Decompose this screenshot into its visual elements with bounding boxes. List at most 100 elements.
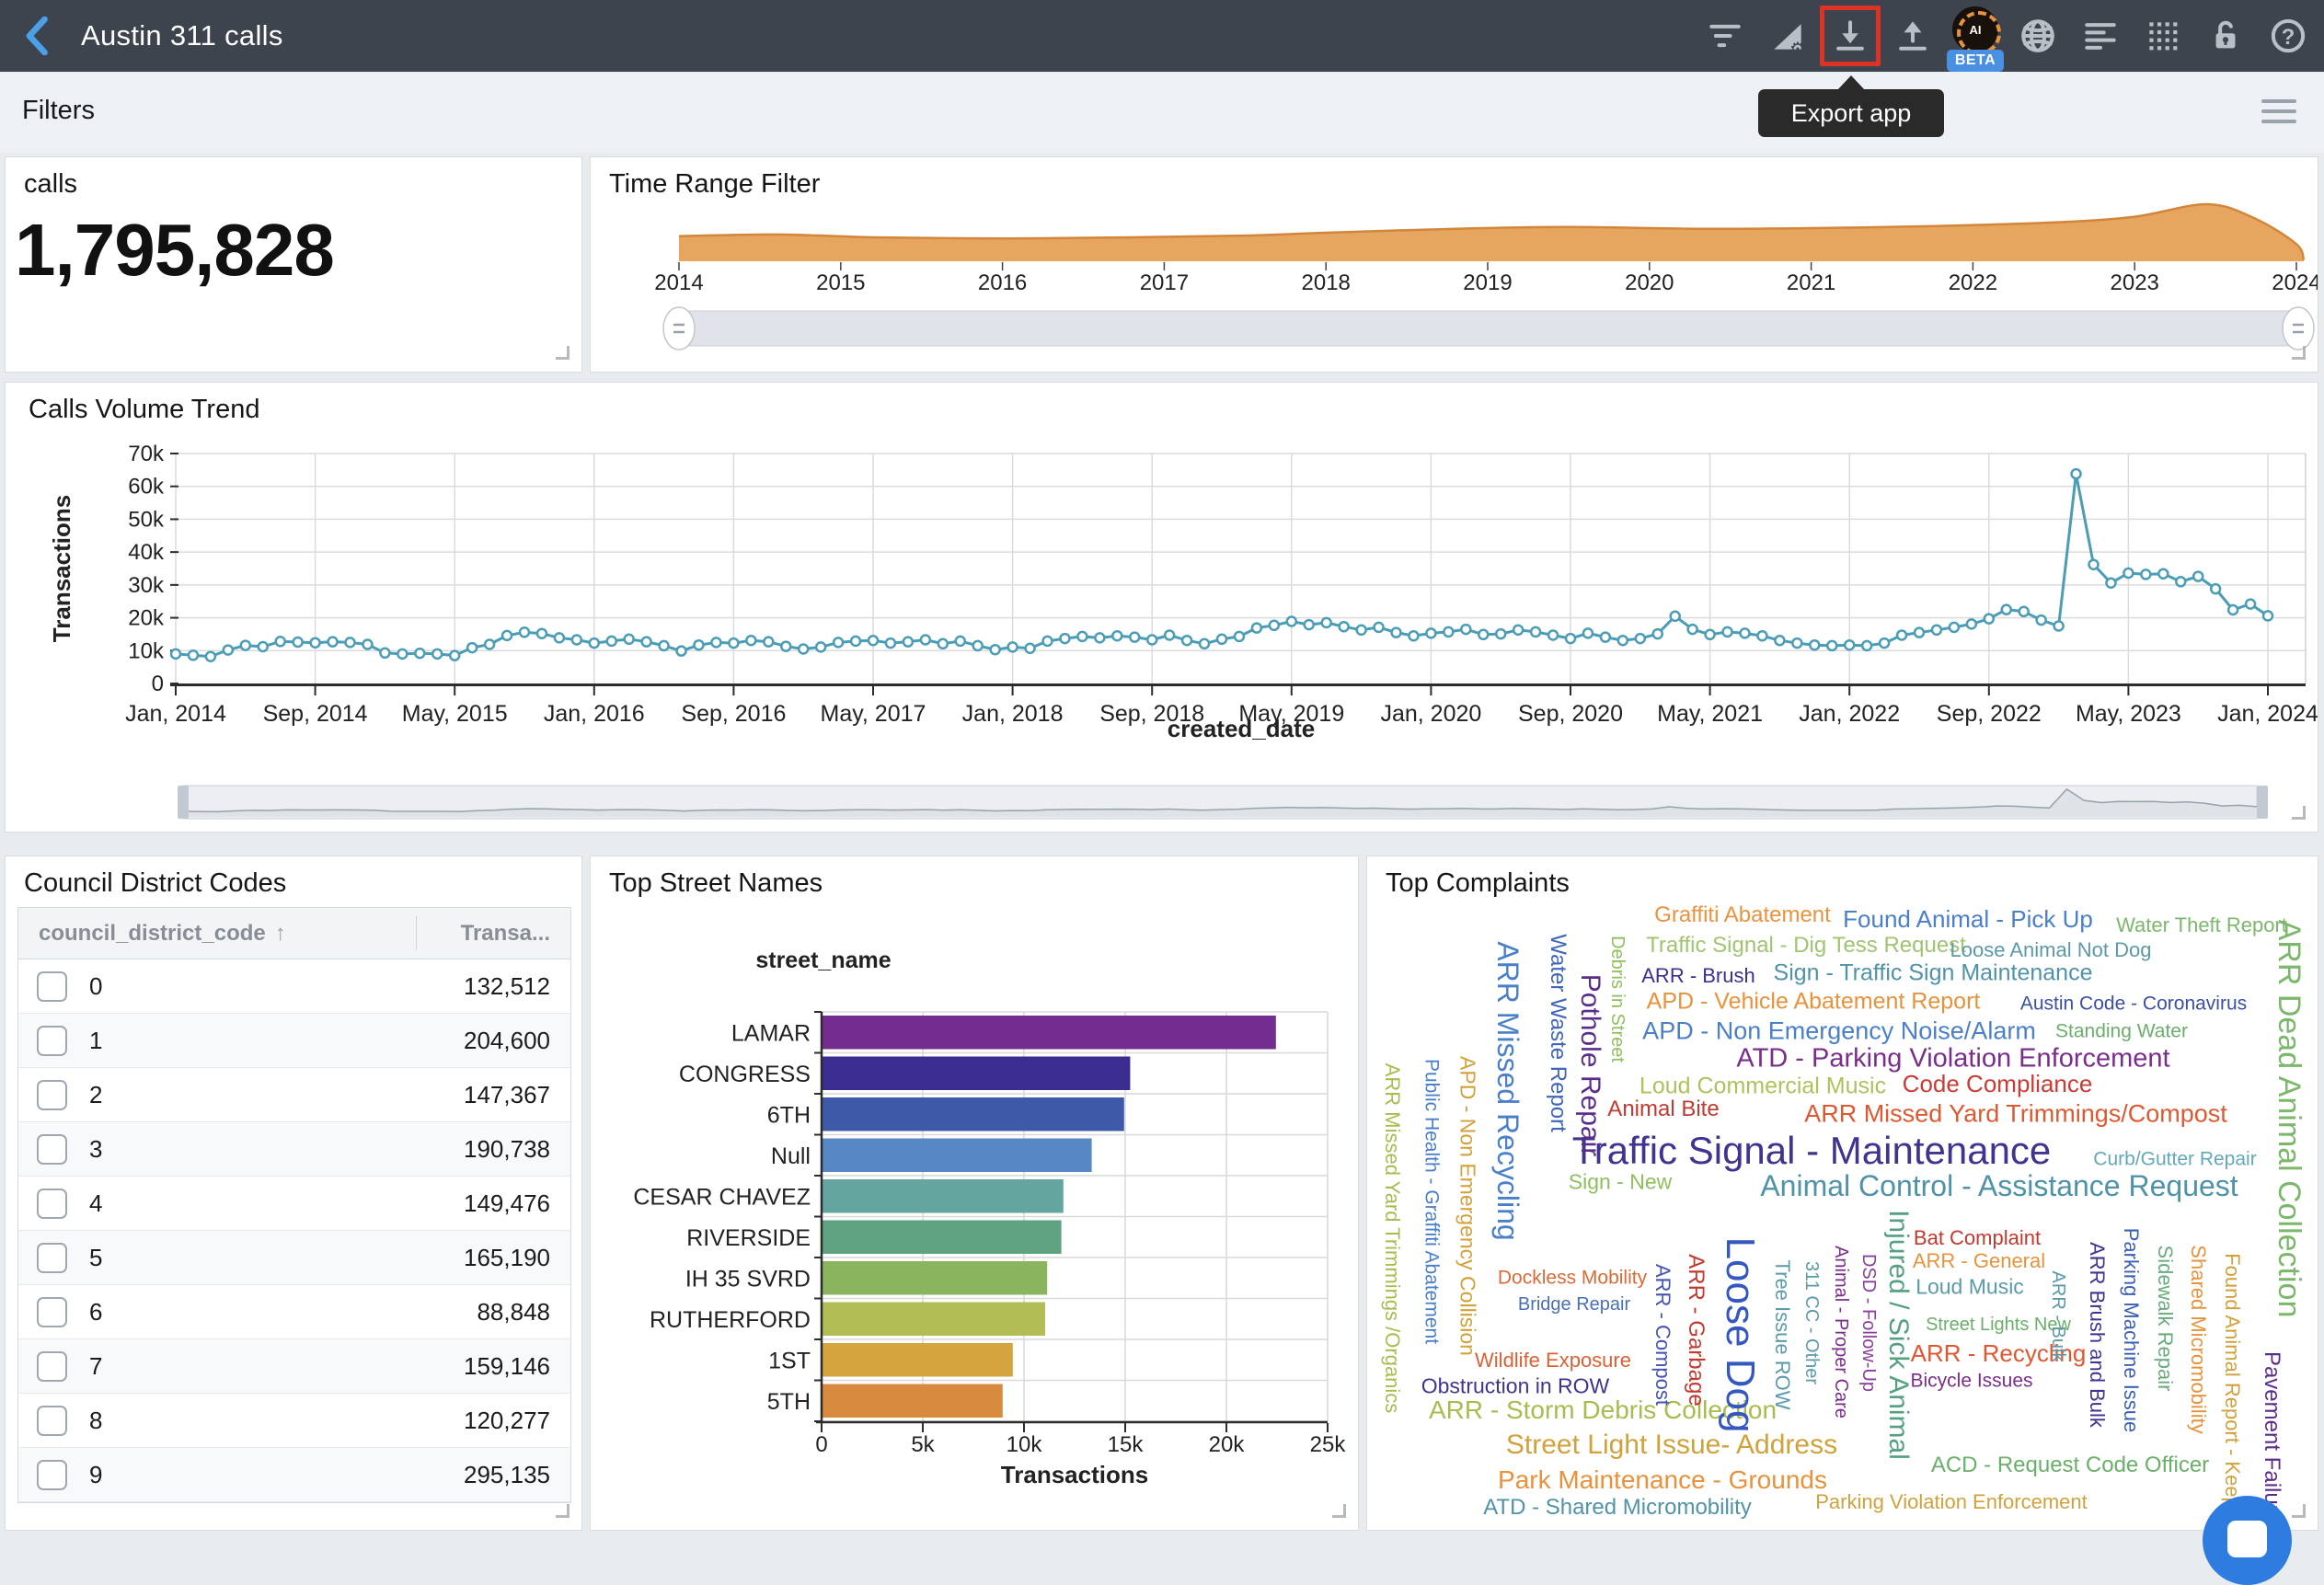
import-app-button[interactable] xyxy=(1882,6,1943,66)
column-header-transactions[interactable]: Transa... xyxy=(461,921,550,947)
cloud-word[interactable]: Street Light Issue- Address xyxy=(1506,1431,1837,1459)
cloud-word[interactable]: Traffic Signal - Dig Tess Request xyxy=(1646,935,1966,957)
row-checkbox[interactable] xyxy=(37,1026,67,1056)
bar-rutherford[interactable] xyxy=(823,1303,1045,1337)
bar-ih-35-svrd[interactable] xyxy=(823,1261,1047,1295)
cloud-word[interactable]: Sign - New xyxy=(1569,1172,1672,1193)
cloud-word[interactable]: ARR Missed Yard Trimmings /Organics xyxy=(1382,1063,1402,1414)
resize-handle[interactable] xyxy=(2292,346,2306,360)
column-header-code[interactable]: council_district_code xyxy=(39,921,266,947)
cloud-word[interactable]: Pothole Repair xyxy=(1576,974,1604,1156)
sort-asc-icon[interactable]: ↑ xyxy=(275,921,286,947)
cloud-word[interactable]: Bicycle Issues xyxy=(1910,1372,2032,1391)
cloud-word[interactable]: Bat Complaint xyxy=(1914,1228,2041,1248)
cloud-word[interactable]: ARR - Brush xyxy=(1641,966,1755,986)
cloud-word[interactable]: Bridge Repair xyxy=(1518,1295,1630,1314)
back-button[interactable] xyxy=(24,17,52,55)
resize-handle[interactable] xyxy=(2292,1504,2306,1518)
row-checkbox[interactable] xyxy=(37,1460,67,1490)
bar-lamar[interactable] xyxy=(823,1016,1276,1050)
cloud-word[interactable]: Shared Micromobility xyxy=(2188,1245,2208,1433)
cloud-word[interactable]: Animal Bite xyxy=(1607,1098,1719,1120)
table-row[interactable]: 3 190,738 xyxy=(18,1122,570,1177)
bar-congress[interactable] xyxy=(823,1057,1130,1091)
grid-view-button[interactable] xyxy=(2133,6,2193,66)
cloud-word[interactable]: ATD - Parking Violation Enforcement xyxy=(1736,1046,2169,1073)
cloud-word[interactable]: Sign - Traffic Sign Maintenance xyxy=(1774,962,2093,985)
cloud-word[interactable]: ARR - Bulk xyxy=(2049,1271,2067,1362)
table-row[interactable]: 2 147,367 xyxy=(18,1068,570,1122)
resize-handle[interactable] xyxy=(556,346,569,360)
table-row[interactable]: 0 132,512 xyxy=(18,959,570,1014)
cloud-word[interactable]: Curb/Gutter Repair xyxy=(2093,1150,2256,1169)
export-app-button[interactable] xyxy=(1820,6,1881,66)
cloud-word[interactable]: Found Animal - Pick Up xyxy=(1843,907,2093,931)
table-row[interactable]: 1 204,600 xyxy=(18,1014,570,1068)
cloud-word[interactable]: Dockless Mobility xyxy=(1498,1269,1647,1288)
cloud-word[interactable]: Found Animal Report - Keep xyxy=(2222,1253,2242,1509)
row-checkbox[interactable] xyxy=(37,1406,67,1436)
cloud-word[interactable]: APD - Non Emergency Noise/Alarm xyxy=(1642,1019,2036,1044)
cloud-word[interactable]: ARR Brush and Bulk xyxy=(2087,1242,2107,1428)
resize-handle[interactable] xyxy=(1332,1504,1346,1518)
cloud-word[interactable]: ACD - Request Code Officer xyxy=(1931,1454,2209,1476)
row-checkbox[interactable] xyxy=(37,1080,67,1110)
bar-5th[interactable] xyxy=(823,1384,1003,1418)
cloud-word[interactable]: Wildlife Exposure xyxy=(1475,1350,1631,1371)
scrollbar-handle-left[interactable] xyxy=(178,786,189,819)
cloud-word[interactable]: Loud Commercial Music xyxy=(1639,1075,1886,1098)
table-row[interactable]: 7 159,146 xyxy=(18,1339,570,1394)
cloud-word[interactable]: ARR Missed Yard Trimmings/Compost xyxy=(1804,1102,2227,1127)
cloud-word[interactable]: Water Waste Report xyxy=(1547,934,1569,1132)
table-row[interactable]: 9 295,135 xyxy=(18,1448,570,1502)
street-bar-chart[interactable]: 05k10k15k20k25kLAMARCONGRESS6THNullCESAR… xyxy=(591,856,1358,1530)
lock-button[interactable] xyxy=(2195,6,2256,66)
column-divider[interactable] xyxy=(416,916,417,950)
table-row[interactable]: 8 120,277 xyxy=(18,1394,570,1448)
cloud-word[interactable]: Animal - Proper Care xyxy=(1832,1246,1850,1418)
row-checkbox[interactable] xyxy=(37,1134,67,1165)
cloud-word[interactable]: Loud Music xyxy=(1916,1277,2024,1298)
cloud-word[interactable]: ATD - Shared Micromobility xyxy=(1483,1497,1752,1519)
row-checkbox[interactable] xyxy=(37,1189,67,1219)
chart-settings-button[interactable]: ⚙ xyxy=(1757,6,1818,66)
cloud-word[interactable]: ARR Dead Animal Collection xyxy=(2273,920,2305,1318)
cloud-word[interactable]: Loose Animal Not Dog xyxy=(1950,940,2152,960)
bar-1st[interactable] xyxy=(823,1343,1013,1377)
cloud-word[interactable]: Loose Dog xyxy=(1720,1237,1760,1433)
bar-cesar-chavez[interactable] xyxy=(823,1179,1064,1213)
cloud-word[interactable]: Code Compliance xyxy=(1903,1072,2093,1096)
cloud-word[interactable]: DSD - Follow-Up xyxy=(1859,1254,1878,1392)
bar-6th[interactable] xyxy=(823,1097,1124,1131)
cloud-word[interactable]: ARR - Garbage xyxy=(1685,1254,1707,1406)
cloud-word[interactable]: ARR Missed Recycling xyxy=(1493,941,1523,1240)
menu-icon[interactable] xyxy=(2261,99,2296,123)
row-checkbox[interactable] xyxy=(37,1243,67,1273)
scrollbar-handle-right[interactable] xyxy=(2257,786,2268,819)
cloud-word[interactable]: Obstruction in ROW xyxy=(1421,1376,1610,1397)
table-row[interactable]: 4 149,476 xyxy=(18,1177,570,1231)
range-slider-handle[interactable] xyxy=(663,307,695,350)
list-view-button[interactable] xyxy=(2070,6,2131,66)
cloud-word[interactable]: Austin Code - Coronavirus xyxy=(2020,994,2247,1014)
cloud-word[interactable]: ARR - General xyxy=(1913,1251,2045,1271)
resize-handle[interactable] xyxy=(556,1504,569,1518)
cloud-word[interactable]: Public Health - Graffiti Abatement xyxy=(1422,1059,1442,1344)
cloud-word[interactable]: Tree Issue ROW xyxy=(1772,1260,1792,1410)
cloud-word[interactable]: APD - Vehicle Abatement Report xyxy=(1647,991,1981,1014)
bar-null[interactable] xyxy=(823,1139,1092,1173)
app-logo[interactable]: AIBETA xyxy=(1945,6,2006,66)
help-button[interactable]: ? xyxy=(2258,6,2318,66)
cloud-word[interactable]: Sidewalk Repair xyxy=(2155,1246,2175,1392)
row-checkbox[interactable] xyxy=(37,1297,67,1327)
cloud-word[interactable]: Animal Control - Assistance Request xyxy=(1760,1171,2238,1200)
bar-riverside[interactable] xyxy=(823,1221,1062,1255)
cloud-word[interactable]: ARR - Compost xyxy=(1652,1264,1673,1406)
table-row[interactable]: 5 165,190 xyxy=(18,1231,570,1285)
cloud-word[interactable]: Traffic Signal - Maintenance xyxy=(1572,1131,2052,1170)
cloud-word[interactable]: Graffiti Abatement xyxy=(1654,904,1831,926)
cloud-word[interactable]: Standing Water xyxy=(2055,1022,2188,1041)
time-range-chart[interactable]: 2014201520162017201820192020202120222023… xyxy=(591,157,2318,372)
cloud-word[interactable]: Debris in Street xyxy=(1608,936,1627,1062)
chat-button[interactable] xyxy=(2203,1496,2292,1585)
